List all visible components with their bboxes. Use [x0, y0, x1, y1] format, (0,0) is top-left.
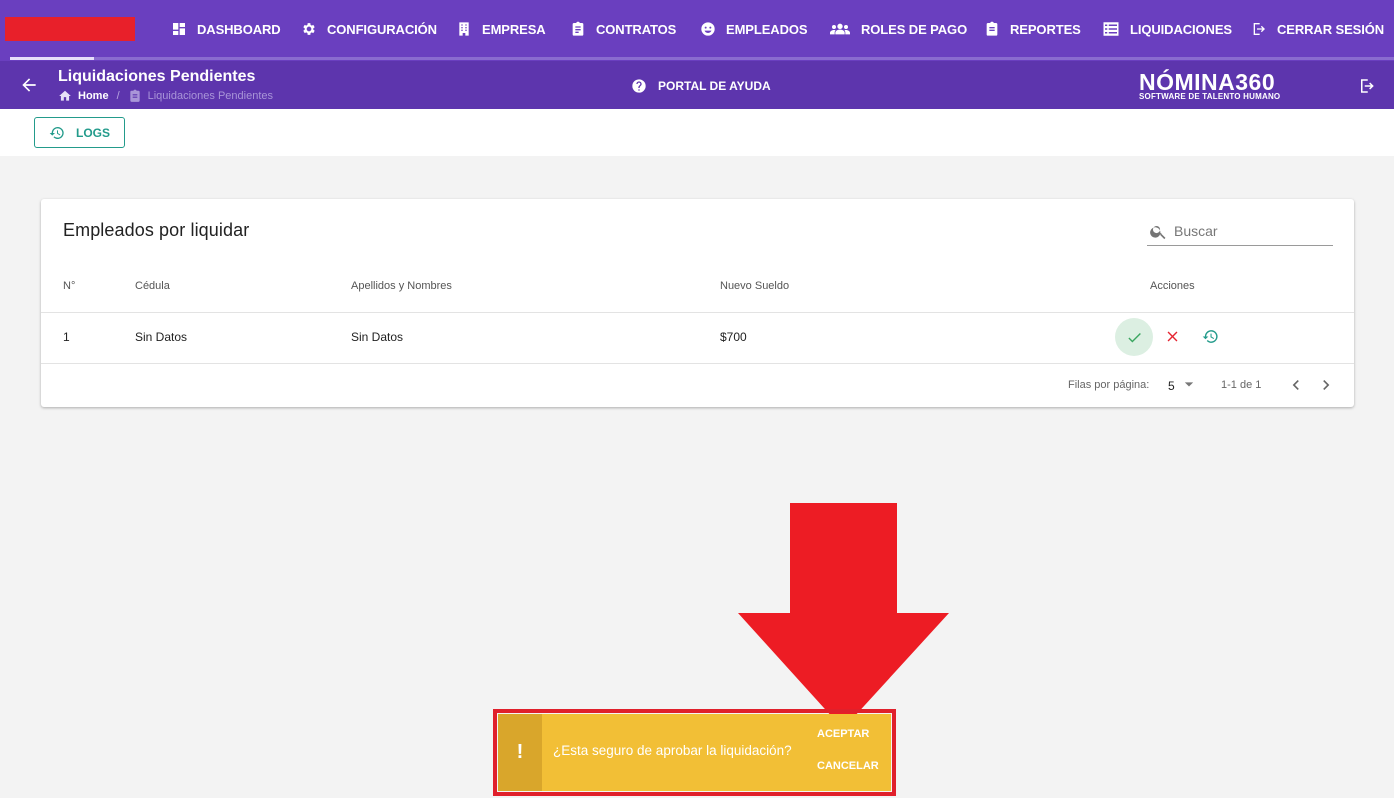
search-icon — [1150, 225, 1166, 239]
history-button[interactable] — [1200, 326, 1220, 346]
nav-reportes-label: REPORTES — [1010, 21, 1081, 37]
dropdown-arrow-icon — [1184, 382, 1193, 387]
logs-button-label: LOGS — [75, 125, 110, 140]
brand-logo: NÓMINA360 SOFTWARE DE TALENTO HUMANO — [1139, 69, 1303, 102]
annotation-arrow — [738, 503, 949, 729]
rows-per-page-label: Filas por página: — [1068, 379, 1150, 391]
accept-button[interactable]: ACEPTAR — [817, 728, 869, 740]
pagination-range: 1-1 de 1 — [1221, 379, 1262, 391]
cell-sueldo: $700 — [720, 330, 747, 344]
rows-per-page-value: 5 — [1168, 378, 1175, 393]
users-icon — [829, 21, 851, 37]
nav-liquidaciones-label: LIQUIDACIONES — [1130, 21, 1232, 37]
row-divider — [41, 312, 1354, 313]
column-header-n[interactable]: N° — [63, 280, 75, 292]
building-icon — [456, 21, 472, 37]
cell-nombres: Sin Datos — [351, 330, 404, 344]
nav-dashboard-label: DASHBOARD — [197, 21, 281, 37]
cell-n: 1 — [63, 330, 70, 344]
clipboard-icon — [129, 89, 140, 102]
next-page-button[interactable] — [1316, 375, 1336, 395]
cancel-button[interactable]: CANCELAR — [817, 760, 879, 772]
question-icon — [632, 79, 646, 93]
chevron-right-icon — [1323, 380, 1330, 390]
logout-icon[interactable] — [1358, 77, 1376, 95]
nav-empleados[interactable]: EMPLEADOS — [700, 18, 808, 40]
nav-empresa-label: EMPRESA — [482, 21, 546, 37]
search-box — [1147, 217, 1333, 246]
home-icon — [59, 90, 71, 101]
page-header: Liquidaciones Pendientes Home / Liquidac… — [0, 61, 1394, 109]
nav-empresa[interactable]: EMPRESA — [456, 18, 546, 40]
nav-cerrar-sesion-label: CERRAR SESIÓN — [1277, 21, 1385, 37]
table-pagination: Filas por página: 5 1-1 de 1 — [41, 364, 1354, 407]
approve-button[interactable] — [1115, 318, 1153, 356]
nav-configuracion-label: CONFIGURACIÓN — [327, 21, 437, 37]
nav-dashboard[interactable]: DASHBOARD — [171, 18, 281, 40]
nav-liquidaciones[interactable]: LIQUIDACIONES — [1102, 18, 1232, 40]
nav-reportes[interactable]: REPORTES — [984, 18, 1081, 40]
history-icon — [1202, 329, 1218, 343]
logs-button[interactable]: LOGS — [34, 117, 125, 148]
column-header-cedula[interactable]: Cédula — [135, 280, 170, 292]
check-icon — [1127, 332, 1141, 342]
company-logo-redacted[interactable] — [5, 17, 135, 41]
breadcrumb-separator: / — [116, 90, 120, 102]
nav-empleados-label: EMPLEADOS — [726, 21, 808, 37]
breadcrumb-home[interactable]: Home — [78, 90, 109, 102]
help-portal-label: PORTAL DE AYUDA — [658, 79, 771, 93]
help-portal-link[interactable]: PORTAL DE AYUDA — [631, 78, 771, 94]
back-arrow-icon[interactable] — [19, 75, 39, 95]
top-navbar: DASHBOARD CONFIGURACIÓN EMPRESA CONTRATO… — [0, 0, 1394, 61]
list-icon — [1102, 21, 1120, 37]
nav-contratos-label: CONTRATOS — [596, 21, 677, 37]
logout-icon — [1251, 21, 1267, 37]
column-header-nombres[interactable]: Apellidos y Nombres — [351, 280, 452, 292]
toolbar: LOGS — [0, 109, 1394, 156]
warning-icon: ! — [498, 714, 542, 791]
breadcrumb: Home / Liquidaciones Pendientes — [58, 89, 273, 103]
brand-tagline: SOFTWARE DE TALENTO HUMANO — [1139, 92, 1281, 101]
report-icon — [984, 21, 1000, 37]
page-title: Liquidaciones Pendientes — [58, 68, 256, 85]
rows-per-page-select[interactable]: 5 — [1168, 377, 1199, 394]
nav-roles-de-pago-label: ROLES DE PAGO — [861, 21, 968, 37]
column-header-sueldo[interactable]: Nuevo Sueldo — [720, 280, 789, 292]
nav-roles-de-pago[interactable]: ROLES DE PAGO — [829, 18, 967, 40]
nav-configuracion[interactable]: CONFIGURACIÓN — [301, 18, 437, 40]
chevron-left-icon — [1292, 380, 1299, 390]
history-icon — [49, 126, 64, 139]
cell-cedula: Sin Datos — [135, 330, 188, 344]
reject-button[interactable] — [1162, 326, 1182, 346]
user-circle-icon — [700, 21, 716, 37]
logo-active-indicator — [10, 57, 94, 60]
card-title: Empleados por liquidar — [63, 220, 250, 240]
gear-icon — [301, 21, 317, 37]
search-input[interactable] — [1174, 223, 1324, 239]
close-icon — [1167, 331, 1177, 341]
snackbar-message: ¿Esta seguro de aprobar la liquidación? — [553, 743, 792, 758]
column-header-acciones: Acciones — [1150, 280, 1195, 292]
confirm-snackbar: ! ¿Esta seguro de aprobar la liquidación… — [498, 714, 891, 791]
breadcrumb-current: Liquidaciones Pendientes — [147, 90, 273, 102]
brand-name: NÓMINA360 — [1139, 69, 1276, 95]
navbar-divider — [94, 57, 1394, 60]
employees-card: Empleados por liquidar N° Cédula Apellid… — [41, 199, 1354, 407]
dashboard-icon — [171, 21, 187, 37]
previous-page-button[interactable] — [1286, 375, 1306, 395]
nav-contratos[interactable]: CONTRATOS — [570, 18, 676, 40]
clipboard-icon — [570, 21, 586, 37]
nav-cerrar-sesion[interactable]: CERRAR SESIÓN — [1251, 18, 1384, 40]
